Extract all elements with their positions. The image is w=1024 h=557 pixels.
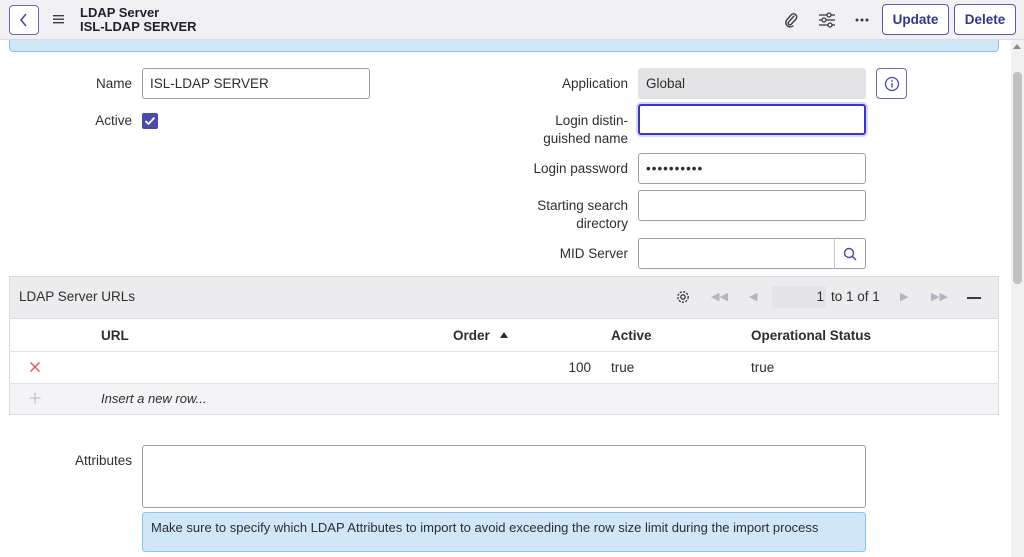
table-name: LDAP Server [80, 5, 160, 20]
search-icon [843, 247, 857, 261]
cell-order[interactable]: 100 [540, 360, 591, 375]
column-header-url[interactable]: URL [101, 328, 129, 343]
mid-server-lookup-button[interactable] [834, 238, 866, 269]
column-header-operational-status[interactable]: Operational Status [751, 328, 871, 343]
sliders-icon[interactable] [818, 11, 836, 29]
application-label: Application [561, 76, 628, 91]
name-field[interactable]: ISL-LDAP SERVER [142, 68, 370, 99]
gear-icon[interactable] [675, 289, 691, 305]
first-page-icon[interactable]: ◀◀ [711, 290, 728, 303]
cell-operational-status[interactable]: true [751, 360, 774, 375]
delete-button[interactable]: Delete [954, 4, 1016, 35]
chevron-left-icon [19, 13, 27, 27]
login-password-field[interactable]: •••••••••• [638, 153, 866, 184]
scrollbar-thumb[interactable] [1013, 72, 1022, 284]
application-info-button[interactable] [876, 68, 907, 99]
login-dn-label: Login distin- guished name [543, 113, 628, 146]
active-label: Active [95, 113, 132, 128]
paperclip-icon[interactable] [782, 11, 800, 29]
more-options-icon[interactable] [853, 11, 871, 29]
pager-range-text: to 1 of 1 [831, 289, 880, 304]
related-list-title: LDAP Server URLs [19, 289, 136, 304]
last-page-icon[interactable]: ▶▶ [931, 290, 948, 303]
pager-current-input[interactable]: 1 [772, 286, 826, 308]
starting-search-label: Starting search directory [537, 198, 628, 231]
previous-page-icon[interactable]: ◀ [749, 290, 757, 303]
delete-row-icon[interactable] [29, 361, 41, 373]
cell-active[interactable]: true [611, 360, 634, 375]
mid-server-label: MID Server [559, 246, 628, 261]
back-button[interactable] [9, 5, 39, 35]
next-page-icon[interactable]: ▶ [900, 290, 908, 303]
active-checkbox[interactable] [142, 113, 158, 129]
info-icon [884, 76, 899, 91]
mid-server-field[interactable] [638, 238, 835, 269]
plus-icon[interactable] [29, 392, 41, 404]
update-button[interactable]: Update [882, 4, 949, 35]
header-divider [10, 351, 998, 352]
attributes-textarea[interactable] [142, 445, 866, 508]
column-header-active[interactable]: Active [611, 328, 652, 343]
sort-ascending-icon [499, 332, 508, 338]
application-field: Global [638, 68, 866, 99]
name-label: Name [95, 76, 132, 91]
hamburger-menu-icon[interactable] [53, 13, 65, 25]
insert-new-row-link[interactable]: Insert a new row... [101, 391, 207, 406]
record-title: LDAP Server ISL-LDAP SERVER [80, 6, 197, 34]
scroll-up-arrow-icon[interactable] [1013, 44, 1021, 49]
attributes-info-message: Make sure to specify which LDAP Attribut… [142, 512, 866, 552]
collapse-icon[interactable] [967, 297, 981, 299]
starting-search-field[interactable] [638, 190, 866, 221]
form-header: LDAP Server ISL-LDAP SERVER Update Delet… [0, 0, 1024, 40]
login-password-label: Login password [533, 161, 628, 176]
record-display-name: ISL-LDAP SERVER [80, 19, 197, 34]
checkmark-icon [144, 116, 156, 126]
column-header-order[interactable]: Order [453, 328, 508, 343]
attributes-label: Attributes [74, 453, 132, 468]
login-dn-field[interactable] [638, 104, 866, 135]
info-message-strip [9, 40, 999, 52]
